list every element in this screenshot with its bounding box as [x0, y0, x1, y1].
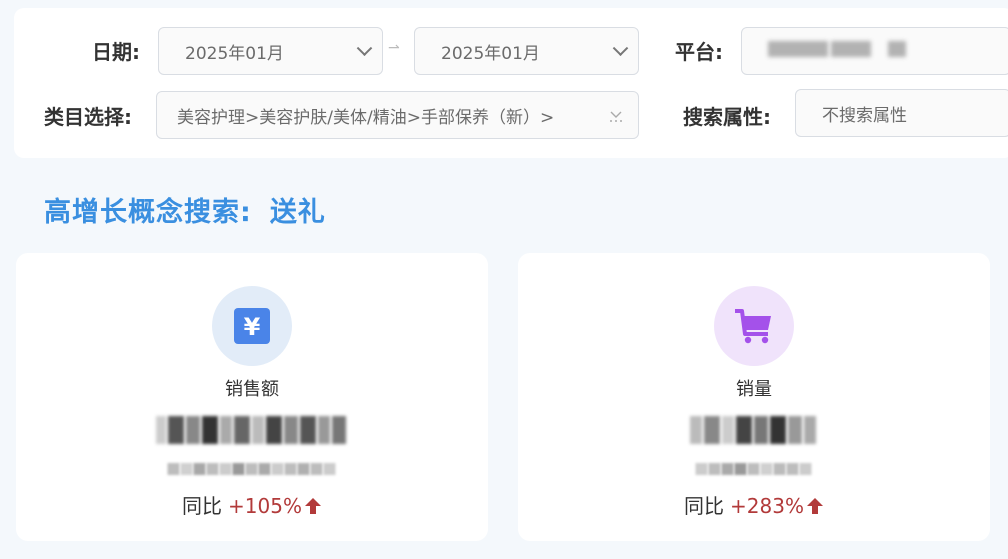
- chevron-down-icon: [356, 40, 373, 57]
- yoy-row: 同比 +105%: [16, 490, 488, 519]
- yoy-value: +105%: [228, 494, 302, 518]
- date-end-value: 2025年01月: [441, 43, 540, 64]
- arrow-up-icon: [806, 498, 823, 514]
- metric-value-redacted: [690, 413, 818, 447]
- section-title: 高增长概念搜索: 送礼: [44, 190, 326, 229]
- metric-label: 销量: [736, 379, 772, 400]
- date-label: 日期:: [92, 40, 140, 64]
- search-attr-label: 搜索属性:: [683, 105, 771, 129]
- chevron-down-icon: [612, 40, 629, 57]
- yoy-value: +283%: [730, 494, 804, 518]
- yoy-label: 同比: [182, 494, 223, 518]
- shopping-cart-icon-badge: [714, 286, 794, 366]
- category-select[interactable]: 美容护理>美容护肤/美体/精油>手部保养（新）>: [156, 91, 639, 139]
- metric-card-sales-amount: ¥ 销售额 同比 +105%: [16, 253, 488, 541]
- category-label: 类目选择:: [44, 105, 132, 129]
- arrow-up-icon: [304, 498, 321, 514]
- section-title-text: 高增长概念搜索:: [44, 197, 252, 228]
- yuan-icon-badge: ¥: [212, 286, 292, 366]
- yuan-icon: ¥: [234, 308, 270, 344]
- yuan-symbol: ¥: [244, 313, 261, 341]
- platform-value-redacted: [768, 40, 909, 62]
- date-end-select[interactable]: 2025年01月: [414, 27, 639, 75]
- metric-sub-redacted: [695, 462, 813, 476]
- metric-value-redacted: [156, 413, 348, 447]
- search-attr-value: 不搜索属性: [822, 105, 907, 126]
- date-start-select[interactable]: 2025年01月: [158, 27, 383, 75]
- clear-icon[interactable]: [608, 108, 624, 124]
- category-value: 美容护理>美容护肤/美体/精油>手部保养（新）>: [177, 107, 555, 128]
- yoy-label: 同比: [684, 494, 725, 518]
- metric-card-sales-volume: 销量 同比 +283%: [518, 253, 990, 541]
- section-keyword: 送礼: [269, 197, 326, 228]
- shopping-cart-icon: [735, 309, 771, 344]
- range-arrow-icon: ⇀: [388, 40, 400, 56]
- date-start-value: 2025年01月: [185, 43, 284, 64]
- platform-label: 平台:: [675, 40, 723, 64]
- metric-label: 销售额: [225, 379, 279, 400]
- platform-select[interactable]: [741, 27, 1008, 75]
- yoy-row: 同比 +283%: [518, 490, 990, 519]
- search-attr-select[interactable]: 不搜索属性: [795, 89, 1008, 137]
- metric-sub-redacted: [167, 462, 337, 476]
